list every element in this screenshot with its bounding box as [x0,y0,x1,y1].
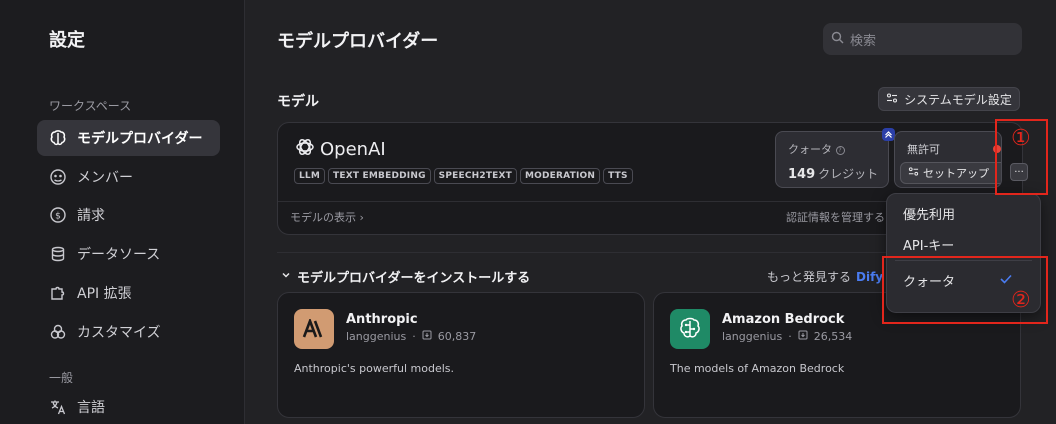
status-label: 無許可 [907,143,940,156]
search-icon [831,31,844,48]
openai-icon [294,136,316,163]
plugin-name: Amazon Bedrock [722,312,845,327]
capability-tag: LLM [294,168,326,184]
sidebar-item-label: メンバー [77,170,133,186]
capability-tag: TEXT EMBEDDING [328,168,431,184]
sidebar-item-data-source[interactable]: データソース [37,236,220,272]
page-title: モデルプロバイダー [277,31,439,52]
discover-more-link[interactable]: もっと発見する Dify [767,268,883,285]
workspace-section-label: ワークスペース [49,99,132,113]
plugin-meta: langgenius · 26,534 [722,330,853,343]
install-section-toggle[interactable]: モデルプロバイダーをインストールする [281,267,530,286]
svg-text:$: $ [55,212,61,222]
manage-credentials-link[interactable]: 認証情報を管理する [786,209,885,225]
install-section-title: モデルプロバイダーをインストールする [297,271,531,286]
plugin-name: Anthropic [346,312,418,327]
plugin-meta: langgenius · 60,837 [346,330,477,343]
sidebar-item-label: モデルプロバイダー [77,131,203,147]
models-section-label: モデル [277,94,319,110]
menu-item-api-key[interactable]: API-キー [903,235,954,254]
system-model-settings-label: システムモデル設定 [904,92,1012,107]
show-models-link[interactable]: モデルの表示 › [290,209,364,225]
search-placeholder: 検索 [850,33,877,49]
credential-status-panel: 無許可 セットアップ [894,131,1002,188]
sidebar-item-label: API 拡張 [77,286,132,302]
menu-item-priority[interactable]: 優先利用 [903,204,955,223]
anthropic-logo-icon [294,309,334,349]
provider-name: OpenAI [320,139,386,160]
sidebar-item-model-provider[interactable]: モデルプロバイダー [37,120,220,156]
brain-icon [49,129,67,147]
setup-button-label: セットアップ [923,167,989,180]
chevron-right-icon: › [359,211,364,224]
plugin-description: The models of Amazon Bedrock [670,362,845,375]
database-icon [49,245,67,263]
bedrock-logo-icon [670,309,710,349]
annotation-step2-label: ② [1011,288,1031,313]
quota-panel: クォータ ? 149 クレジット [775,131,889,188]
system-model-settings-button[interactable]: システムモデル設定 [878,87,1020,111]
sidebar-item-label: 言語 [77,400,105,416]
sidebar-item-label: 請求 [77,208,105,224]
annotation-step1-label: ① [1011,126,1031,151]
sidebar-item-api-extension[interactable]: API 拡張 [37,275,220,311]
translate-icon [49,398,67,416]
puzzle-icon [49,284,67,302]
quota-value: 149 クレジット [788,167,879,182]
plugin-description: Anthropic's powerful models. [294,362,455,375]
sidebar-item-language[interactable]: 言語 [37,389,220,424]
download-icon [798,330,808,343]
sidebar: 設定 ワークスペース モデルプロバイダー メンバー $ 請求 データソース AP… [0,0,245,424]
chevron-down-icon [281,269,291,284]
billing-icon: $ [49,206,67,224]
sidebar-item-label: データソース [77,247,161,263]
info-icon: ? [835,145,845,155]
plugin-card-anthropic[interactable]: Anthropic langgenius · 60,837 Anthropic'… [277,292,645,418]
general-section-label: 一般 [49,371,74,385]
customize-icon [49,323,67,341]
download-icon [422,330,432,343]
members-icon [49,168,67,186]
capability-tag: SPEECH2TEXT [433,168,517,184]
capability-tag: TTS [603,168,633,184]
settings-title: 設定 [49,30,85,51]
capability-tag: MODERATION [520,168,601,184]
quota-label: クォータ ? [788,141,845,157]
sidebar-item-members[interactable]: メンバー [37,159,220,195]
sliders-icon [908,166,919,180]
sidebar-item-label: カスタマイズ [77,325,161,341]
setup-button[interactable]: セットアップ [900,162,1001,184]
capability-tags: LLM TEXT EMBEDDING SPEECH2TEXT MODERATIO… [294,168,633,184]
search-input[interactable]: 検索 [823,23,1022,55]
sidebar-item-customize[interactable]: カスタマイズ [37,314,220,350]
openai-logo: OpenAI [294,136,386,163]
sliders-icon [886,92,898,107]
sidebar-item-billing[interactable]: $ 請求 [37,197,220,233]
